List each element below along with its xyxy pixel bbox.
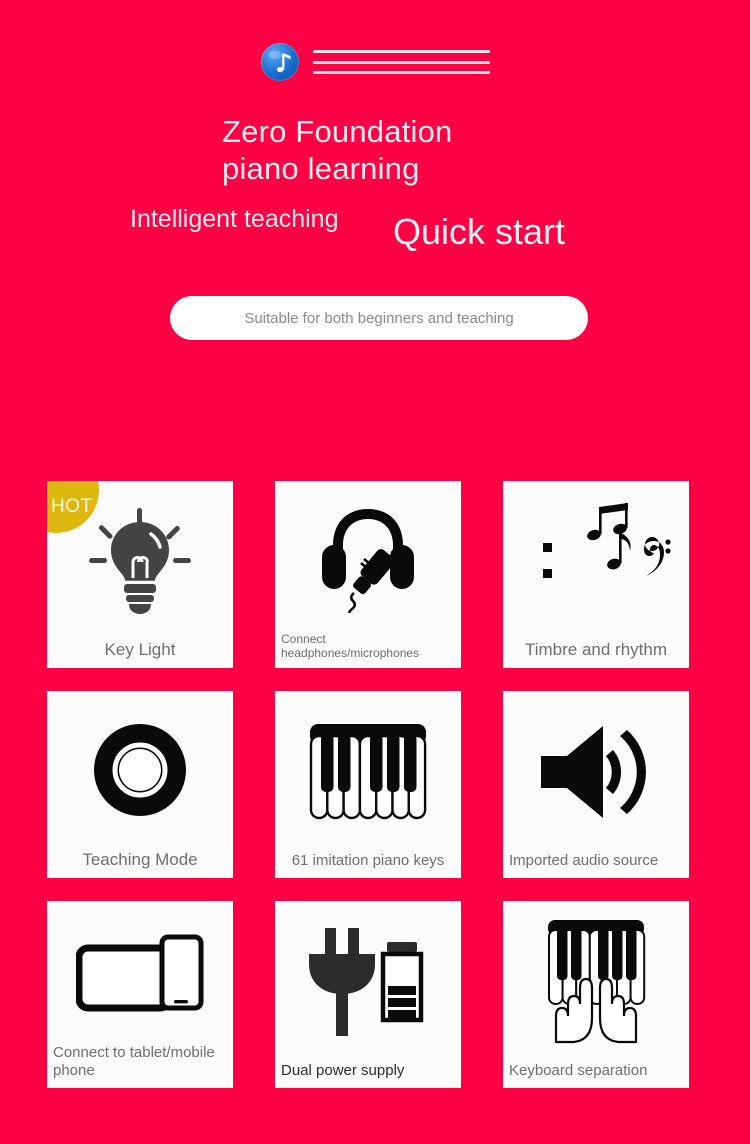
feature-card-teaching-mode[interactable]: Teaching Mode <box>47 691 233 878</box>
music-notes-icon <box>503 481 689 639</box>
feature-card-headphones[interactable]: Connect headphones/microphones <box>275 481 461 668</box>
feature-label: 61 imitation piano keys <box>291 852 445 869</box>
music-note-circle-icon <box>260 43 299 81</box>
feature-label: Key Light <box>104 640 176 659</box>
brand-bar <box>0 40 750 84</box>
feature-card-audio-source[interactable]: Imported audio source <box>503 691 689 878</box>
speaker-waves-icon <box>503 691 689 852</box>
feature-label: Imported audio source <box>509 852 659 869</box>
feature-grid: HOT Key Light Connect headphones/microph… <box>47 481 695 1088</box>
staff-lines-decoration <box>312 50 490 74</box>
feature-card-power-supply[interactable]: Dual power supply <box>275 901 461 1088</box>
headphones-mic-icon <box>275 481 461 632</box>
feature-card-piano-keys[interactable]: 61 imitation piano keys <box>275 691 461 878</box>
feature-card-timbre[interactable]: Timbre and rhythm <box>503 481 689 668</box>
feature-label: Dual power supply <box>281 1062 405 1079</box>
tagline-pill: Suitable for both beginners and teaching <box>170 296 588 340</box>
feature-label: Keyboard separation <box>509 1062 648 1079</box>
page-title: Zero Foundation piano learning <box>222 114 453 186</box>
subtitle-quick-start: Quick start <box>393 211 566 252</box>
ring-donut-icon <box>47 691 233 849</box>
feature-card-tablet-phone[interactable]: Connect to tablet/mobile phone <box>47 901 233 1088</box>
hot-badge-label: HOT <box>51 496 93 517</box>
feature-label: Connect to tablet/mobile phone <box>53 1044 215 1079</box>
tagline-text: Suitable for both beginners and teaching <box>244 309 514 327</box>
hero-section: Zero Foundation piano learning Intellige… <box>0 0 750 470</box>
subtitle-intelligent-teaching: Intelligent teaching <box>130 205 339 233</box>
feature-label: Connect headphones/microphones <box>281 632 420 660</box>
feature-label: Timbre and rhythm <box>524 640 668 659</box>
feature-card-key-light[interactable]: HOT Key Light <box>47 481 233 668</box>
feature-label: Teaching Mode <box>82 850 198 869</box>
plug-battery-icon <box>275 901 461 1062</box>
tablet-phone-icon <box>47 901 233 1044</box>
piano-keys-icon <box>275 691 461 852</box>
feature-card-keyboard-separation[interactable]: Keyboard separation <box>503 901 689 1088</box>
keys-hands-icon <box>503 901 689 1062</box>
